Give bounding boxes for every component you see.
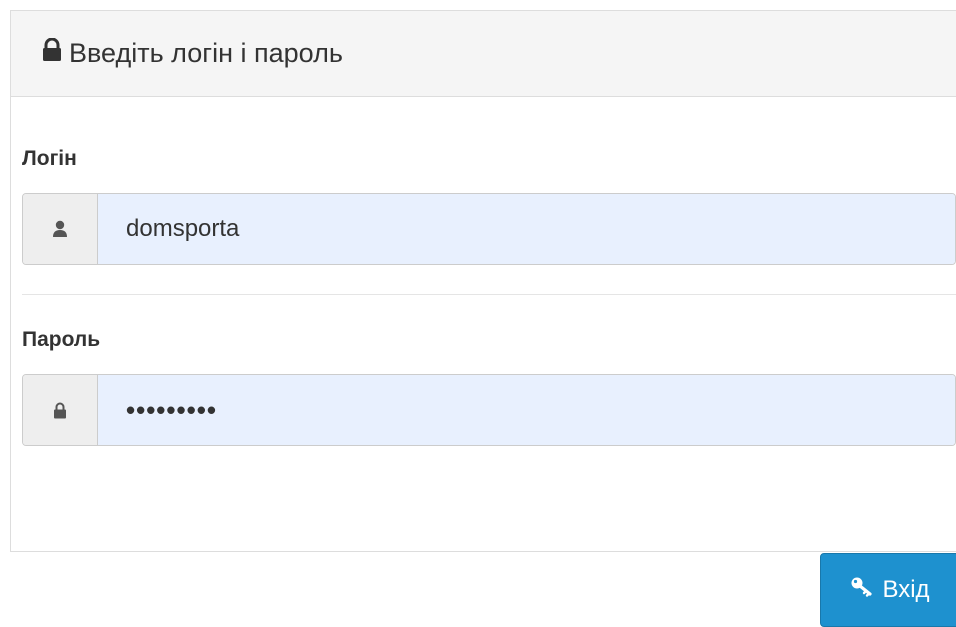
login-panel: Введіть логін і пароль Логін domsporta П… [10, 10, 956, 627]
password-label: Пароль [22, 328, 101, 351]
divider [22, 294, 956, 295]
login-button[interactable]: Вхід [820, 553, 956, 627]
panel-heading: Введіть логін і пароль [11, 11, 956, 97]
user-icon [23, 194, 98, 264]
lock-icon [41, 37, 63, 69]
login-input-group: domsporta [22, 193, 956, 265]
lock-icon [23, 375, 98, 445]
login-input[interactable]: domsporta [98, 194, 955, 264]
key-icon [850, 576, 874, 605]
panel-title: Введіть логін і пароль [69, 38, 343, 68]
login-label: Логін [22, 147, 77, 170]
login-button-label: Вхід [882, 576, 930, 603]
password-input-group: ••••••••• [22, 374, 956, 446]
password-input[interactable]: ••••••••• [98, 375, 955, 445]
